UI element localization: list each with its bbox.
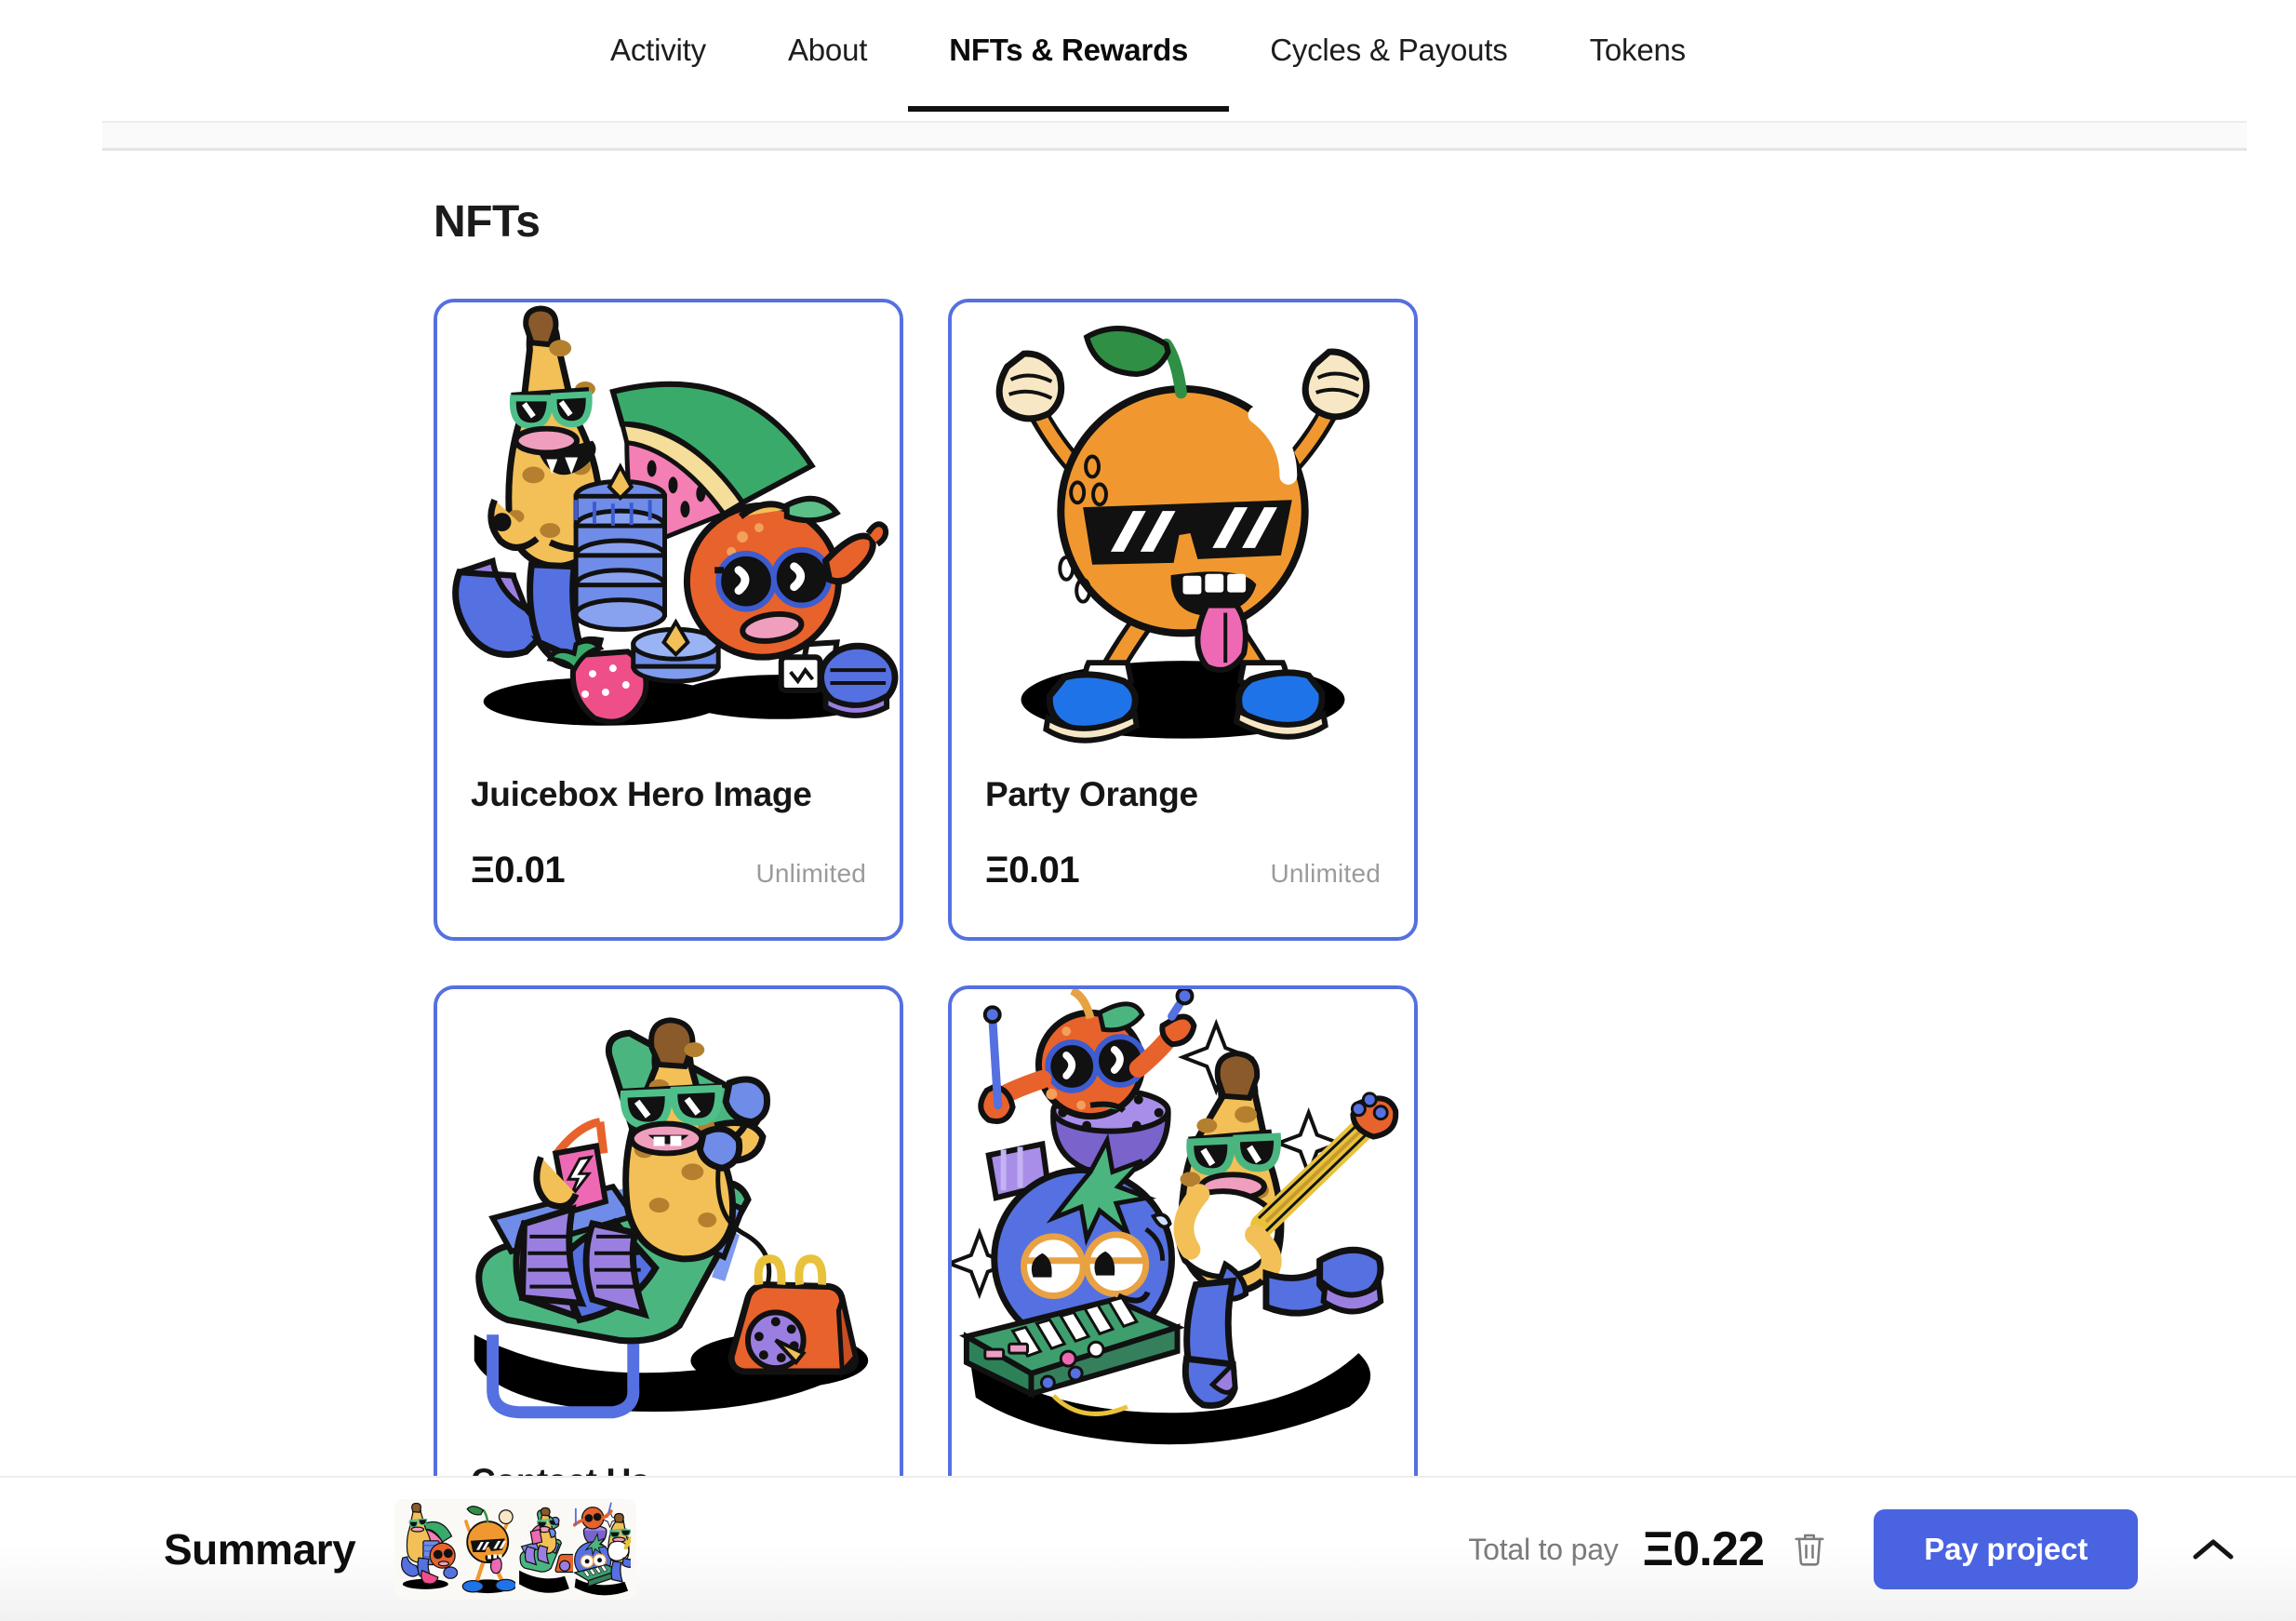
nft-price-row: Ξ0.01 Unlimited: [471, 850, 866, 891]
nft-meta: Juicebox Hero Image Ξ0.01 Unlimited: [437, 768, 900, 891]
nft-name: Juicebox Hero Image: [471, 775, 812, 813]
total-to-pay-label: Total to pay: [1468, 1532, 1619, 1566]
juicebox-hero-characters-icon: [437, 302, 900, 768]
tab-about[interactable]: About: [747, 32, 908, 112]
banana-lounger-phone-icon: [437, 989, 900, 1454]
nft-price: Ξ0.01: [985, 850, 1080, 891]
chevron-up-icon[interactable]: [2181, 1517, 2246, 1582]
tab-activity[interactable]: Activity: [569, 32, 747, 112]
tab-nfts-rewards-label: NFTs & Rewards: [949, 33, 1189, 67]
fruit-band-icon: [952, 989, 1414, 1454]
tab-activity-label: Activity: [610, 33, 706, 67]
tab-cycles-payouts[interactable]: Cycles & Payouts: [1229, 32, 1548, 112]
party-orange-character-icon: [952, 302, 1414, 768]
juicebox-hero-thumb-icon: [400, 1501, 459, 1598]
nft-supply: Unlimited: [1270, 859, 1381, 888]
pay-project-button[interactable]: Pay project: [1874, 1509, 2138, 1589]
project-tab-nav: Activity About NFTs & Rewards Cycles & P…: [0, 0, 2296, 121]
nft-name: Party Orange: [985, 775, 1198, 813]
fruit-band-thumb-icon: [572, 1501, 640, 1598]
nft-price: Ξ0.01: [471, 850, 566, 891]
nav-tab-list: Activity About NFTs & Rewards Cycles & P…: [569, 0, 1727, 112]
nav-divider-band: [102, 121, 2247, 151]
total-to-pay-value: Ξ0.22: [1642, 1522, 1765, 1576]
nft-card-party-orange[interactable]: Party Orange Ξ0.01 Unlimited: [948, 299, 1418, 941]
tab-cycles-payouts-label: Cycles & Payouts: [1270, 33, 1508, 67]
tab-tokens[interactable]: Tokens: [1549, 32, 1727, 112]
nft-card-juicebox-hero-image[interactable]: Juicebox Hero Image Ξ0.01 Unlimited: [434, 299, 903, 941]
contact-us-thumb-icon: [515, 1501, 581, 1598]
cart-summary-bar: Summary Total to pay Ξ0.22 Pay project: [0, 1476, 2296, 1621]
nft-rewards-page: Activity About NFTs & Rewards Cycles & P…: [0, 0, 2296, 1621]
tab-tokens-label: Tokens: [1589, 33, 1687, 67]
tab-about-label: About: [787, 33, 868, 67]
trash-icon[interactable]: [1788, 1525, 1831, 1574]
summary-label: Summary: [164, 1525, 356, 1574]
nft-supply: Unlimited: [755, 859, 866, 888]
nft-grid: Juicebox Hero Image Ξ0.01 Unlimited Part…: [434, 299, 1885, 1621]
party-orange-thumb-icon: [458, 1501, 517, 1598]
page-title: NFTs: [434, 197, 541, 247]
nft-content: NFTs Juicebox Hero Image Ξ0.01 Unlimited…: [0, 151, 2296, 1621]
cart-thumbnail-strip[interactable]: [394, 1499, 640, 1600]
tab-nfts-rewards[interactable]: NFTs & Rewards: [908, 32, 1230, 112]
nft-meta: Party Orange Ξ0.01 Unlimited: [952, 768, 1414, 891]
nft-price-row: Ξ0.01 Unlimited: [985, 850, 1381, 891]
